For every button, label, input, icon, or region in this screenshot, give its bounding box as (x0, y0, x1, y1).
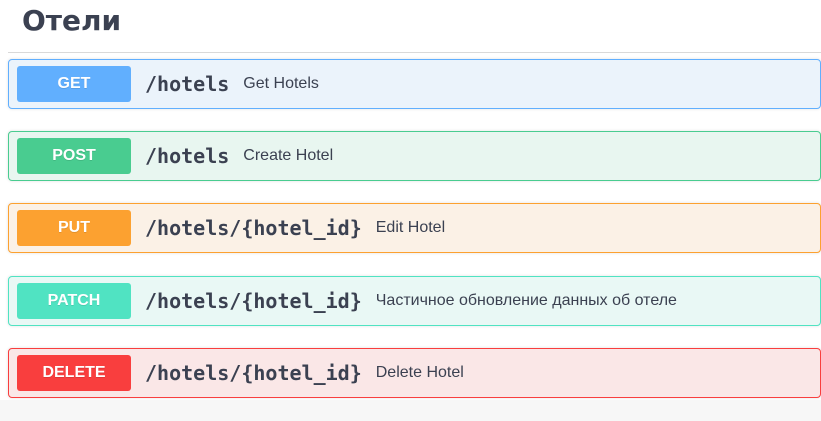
operation-path: /hotels/{hotel_id} (145, 289, 362, 313)
method-badge: POST (17, 138, 131, 174)
operation-path: /hotels/{hotel_id} (145, 216, 362, 240)
operation-patch-hotel[interactable]: PATCH /hotels/{hotel_id} Частичное обнов… (8, 276, 821, 326)
operation-path: /hotels (145, 72, 230, 96)
method-badge: GET (17, 66, 131, 102)
operation-path: /hotels (145, 144, 230, 168)
section-title: Отели (22, 4, 122, 37)
operation-edit-hotel[interactable]: PUT /hotels/{hotel_id} Edit Hotel (8, 203, 821, 253)
method-badge: PUT (17, 210, 131, 246)
operation-get-hotels[interactable]: GET /hotels Get Hotels (8, 59, 821, 109)
operation-summary: Create Hotel (243, 147, 334, 164)
method-badge: PATCH (17, 283, 131, 319)
operation-create-hotel[interactable]: POST /hotels Create Hotel (8, 131, 821, 181)
operation-summary: Edit Hotel (375, 219, 446, 236)
operation-summary: Частичное обновление данных об отеле (375, 292, 677, 309)
operation-summary: Get Hotels (243, 75, 319, 92)
section-header[interactable]: Отели (8, 0, 821, 53)
operation-path: /hotels/{hotel_id} (145, 361, 362, 385)
operation-summary: Delete Hotel (375, 364, 464, 381)
page-footer-band (0, 400, 821, 421)
method-badge: DELETE (17, 355, 131, 391)
operation-delete-hotel[interactable]: DELETE /hotels/{hotel_id} Delete Hotel (8, 348, 821, 398)
